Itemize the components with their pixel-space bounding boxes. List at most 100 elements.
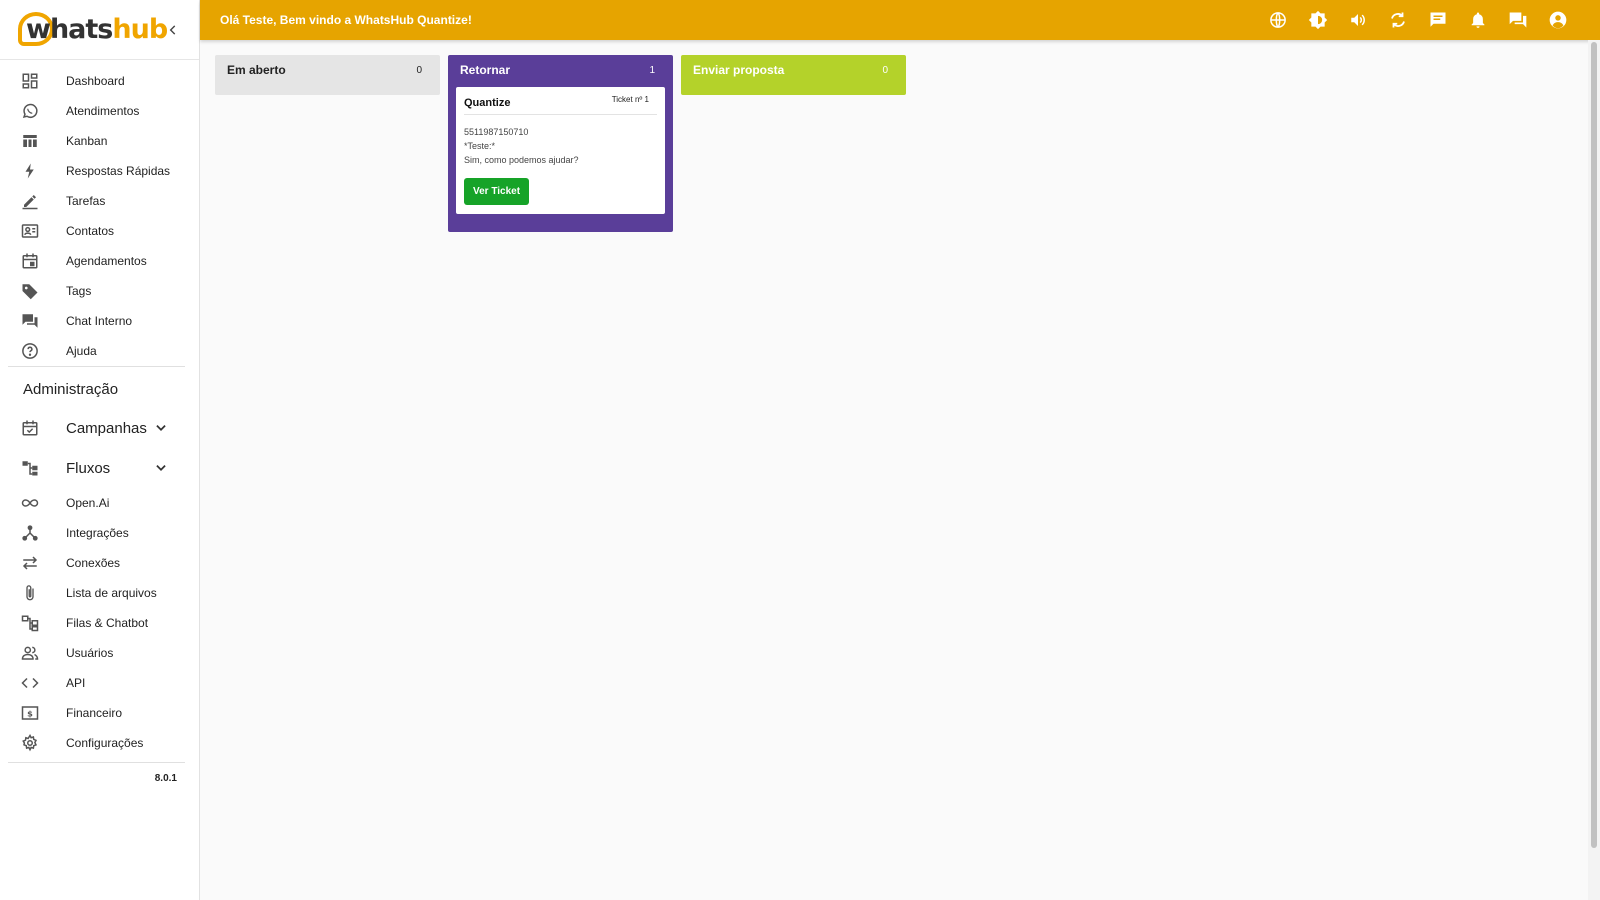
flash-icon [20,161,40,181]
bell-icon[interactable] [1468,10,1488,30]
sidebar-item-label: Agendamentos [66,254,147,268]
sidebar-item-respostas-rapidas[interactable]: Respostas Rápidas [0,156,199,186]
lane-title: Retornar [460,63,511,77]
vertical-scrollbar[interactable] [1588,40,1600,900]
sidebar-item-label: Contatos [66,224,115,238]
sidebar-item-label: Atendimentos [66,104,140,118]
sidebar-item-integracoes[interactable]: Integrações [0,518,199,548]
chevron-down-icon[interactable] [152,419,170,437]
sidebar-item-label: Dashboard [66,74,125,88]
sidebar-item-label: Fluxos [66,459,111,477]
lane-retornar[interactable]: Retornar 1 Quantize Ticket nº 1 55119871… [448,55,673,232]
lane-enviar-proposta[interactable]: Enviar proposta 0 [681,55,906,95]
sidebar-item-financeiro[interactable]: $ Financeiro [0,698,199,728]
kanban-icon [20,131,40,151]
sidebar-item-label: Usuários [66,646,114,660]
flow-icon [20,458,40,478]
settings-icon [20,733,40,753]
topbar: Olá Teste, Bem vindo a WhatsHub Quantize… [200,0,1600,40]
dashboard-icon [20,71,40,91]
logo-row: whatshub [0,0,199,60]
message-icon[interactable] [1428,10,1448,30]
chat-icon[interactable] [1508,10,1528,30]
chat-icon [20,311,40,331]
card-header: Quantize Ticket nº 1 [464,95,657,115]
sidebar-item-kanban[interactable]: Kanban [0,126,199,156]
account-icon[interactable] [1548,10,1568,30]
sidebar-item-label: Conexões [66,556,121,570]
globe-icon[interactable] [1268,10,1288,30]
sidebar-item-label: Chat Interno [66,314,133,328]
collapse-sidebar-button[interactable] [161,18,185,42]
sidebar-item-lista-arquivos[interactable]: Lista de arquivos [0,578,199,608]
sidebar-item-label: Tags [66,284,92,298]
lane-header: Em aberto 0 [215,55,440,85]
infinity-icon [20,493,40,513]
ticket-card[interactable]: Quantize Ticket nº 1 5511987150710 *Test… [456,87,665,214]
sidebar-item-label: Integrações [66,526,129,540]
sidebar-item-agendamentos[interactable]: Agendamentos [0,246,199,276]
help-icon [20,341,40,361]
sidebar-item-filas-chatbot[interactable]: Filas & Chatbot [0,608,199,638]
brightness-icon[interactable] [1308,10,1328,30]
sidebar-item-label: API [66,676,86,690]
calendar-icon [20,251,40,271]
sidebar-item-atendimentos[interactable]: Atendimentos [0,96,199,126]
sidebar-item-conexoes[interactable]: Conexões [0,548,199,578]
volume-icon[interactable] [1348,10,1368,30]
sidebar-item-fluxos[interactable]: Fluxos [0,448,199,488]
tag-icon [20,281,40,301]
sidebar-item-tarefas[interactable]: Tarefas [0,186,199,216]
sidebar-item-label: Campanhas [66,419,147,437]
sidebar-item-usuarios[interactable]: Usuários [0,638,199,668]
chevron-left-icon [169,25,176,35]
svg-text:$: $ [27,708,33,718]
sidebar-item-campanhas[interactable]: Campanhas [0,408,199,448]
lane-count: 1 [649,64,655,76]
app-version: 8.0.1 [154,773,177,784]
view-ticket-button[interactable]: Ver Ticket [464,178,530,205]
sidebar-item-openai[interactable]: Open.Ai [0,488,199,518]
integration-icon [20,523,40,543]
refresh-icon[interactable] [1388,10,1408,30]
sidebar-item-label: Lista de arquivos [66,586,157,600]
card-body: 5511987150710 *Teste:* Sim, como podemos… [464,115,657,167]
users-icon [20,643,40,663]
code-icon [20,673,40,693]
sidebar-item-dashboard[interactable]: Dashboard [0,66,199,96]
queue-icon [20,613,40,633]
topbar-actions [1248,10,1600,30]
kanban-board: Em aberto 0 Retornar 1 Quantize Ticket n… [215,55,914,232]
whatsapp-icon [20,101,40,121]
lane-count: 0 [882,64,888,76]
logo-text: whatshub [18,14,168,45]
contacts-icon [20,221,40,241]
whatshub-logo[interactable]: whatshub [18,10,168,50]
contact-phone: 5511987150710 [464,127,529,137]
message-preview: Sim, como podemos ajudar? [464,155,579,165]
sidebar-item-label: Ajuda [66,344,97,358]
admin-menu: Campanhas Fluxos Open.Ai Integrações Con… [0,408,199,758]
sidebar: whatshub Dashboard Atendimentos Kanban R… [0,0,200,900]
sidebar-item-api[interactable]: API [0,668,199,698]
chevron-down-icon[interactable] [152,459,170,477]
sidebar-item-label: Open.Ai [66,496,110,510]
message-sender: *Teste:* [464,141,496,151]
sidebar-item-contatos[interactable]: Contatos [0,216,199,246]
logo-text-part2: hub [112,14,168,45]
sidebar-item-label: Financeiro [66,706,123,720]
lane-em-aberto[interactable]: Em aberto 0 [215,55,440,95]
lane-count: 0 [416,64,422,76]
lane-title: Em aberto [227,63,286,77]
pencil-icon [20,191,40,211]
sidebar-item-label: Tarefas [66,194,106,208]
sidebar-item-ajuda[interactable]: Ajuda [0,336,199,366]
sidebar-item-configuracoes[interactable]: Configurações [0,728,199,758]
event-icon [20,418,40,438]
scrollbar-thumb[interactable] [1591,42,1597,848]
lane-title: Enviar proposta [693,63,785,77]
main-menu: Dashboard Atendimentos Kanban Respostas … [0,60,199,366]
admin-section-title: Administração [23,381,119,398]
sidebar-item-tags[interactable]: Tags [0,276,199,306]
sidebar-item-chat-interno[interactable]: Chat Interno [0,306,199,336]
